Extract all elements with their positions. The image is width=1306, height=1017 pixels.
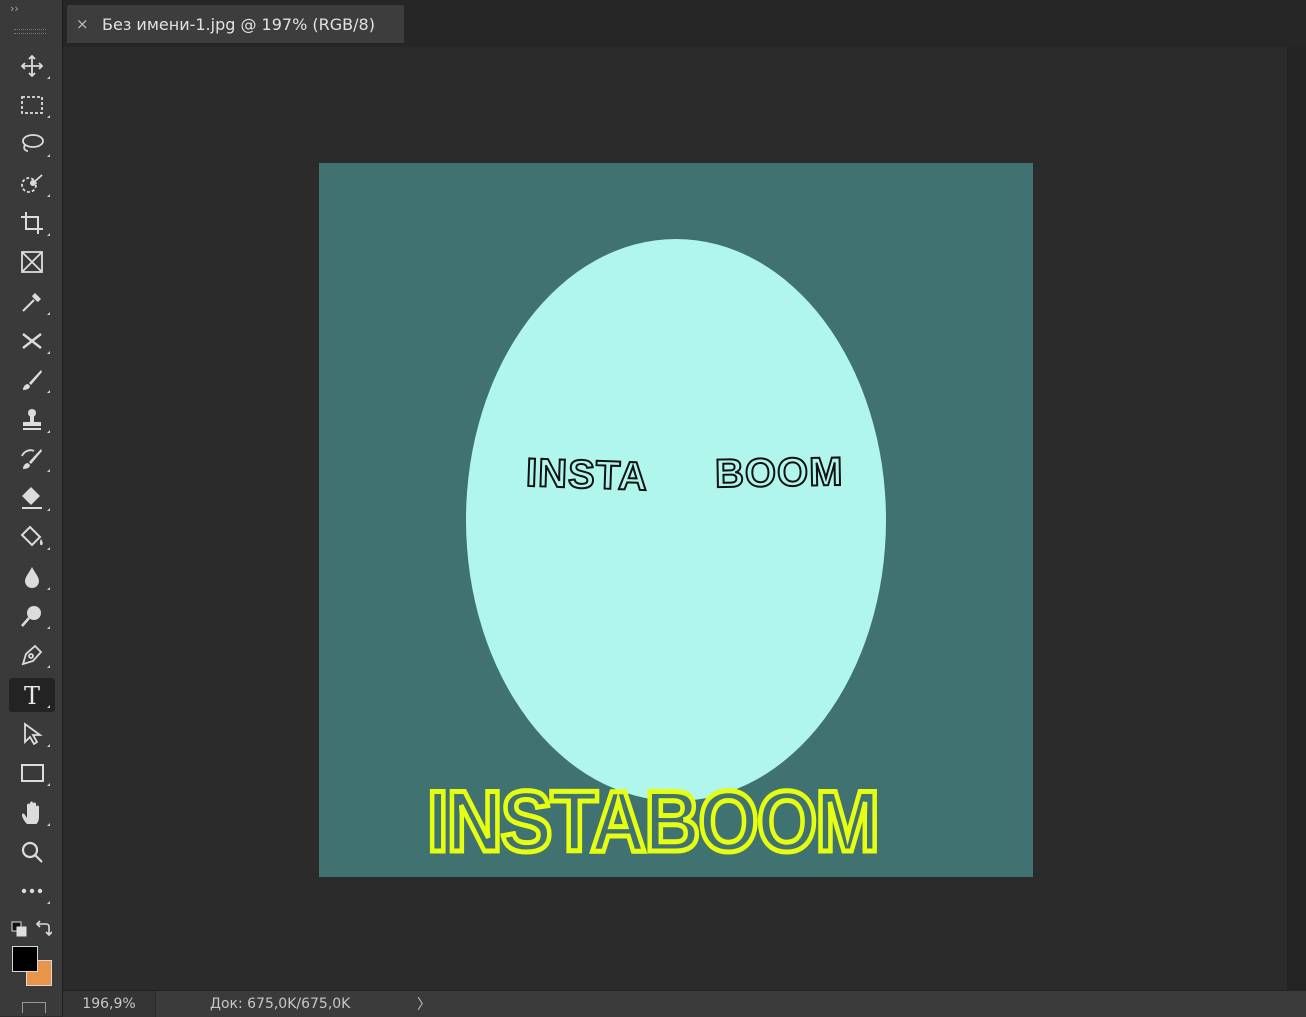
brush-tool[interactable] bbox=[9, 363, 55, 397]
submenu-indicator bbox=[47, 823, 50, 826]
quick-selection-tool[interactable] bbox=[9, 167, 55, 201]
text-layer-boom: BOOM bbox=[714, 449, 845, 497]
document-tab-bar: × Без имени-1.jpg @ 197% (RGB/8) bbox=[63, 0, 1306, 47]
eyedropper-tool[interactable] bbox=[9, 285, 55, 319]
healing-icon bbox=[22, 333, 42, 349]
crop-tool[interactable] bbox=[9, 206, 55, 240]
move-icon bbox=[20, 54, 44, 78]
submenu-indicator bbox=[47, 783, 50, 786]
submenu-indicator bbox=[47, 587, 50, 590]
eraser-tool[interactable] bbox=[9, 481, 55, 515]
frame-icon bbox=[21, 251, 43, 273]
close-tab-icon[interactable]: × bbox=[76, 15, 90, 33]
text-layer-instaboom: INSTABOOM bbox=[425, 772, 882, 873]
text-layer-insta: INSTA bbox=[524, 450, 649, 500]
panel-grip[interactable] bbox=[14, 29, 46, 34]
healing-brush-tool[interactable] bbox=[9, 324, 55, 358]
rectangle-icon bbox=[21, 764, 44, 782]
blur-drop-icon bbox=[25, 567, 39, 588]
paint-bucket-icon bbox=[20, 525, 43, 547]
submenu-indicator bbox=[47, 469, 50, 472]
swap-colors-icon[interactable] bbox=[35, 920, 52, 937]
hand-icon bbox=[22, 801, 39, 824]
lasso-tool[interactable] bbox=[9, 127, 55, 161]
quick-mask-icon[interactable] bbox=[22, 1002, 46, 1013]
submenu-indicator bbox=[47, 115, 50, 118]
crop-icon bbox=[21, 212, 43, 234]
history-brush-tool[interactable] bbox=[9, 442, 55, 476]
history-brush-icon bbox=[21, 449, 42, 469]
type-icon: T bbox=[24, 682, 40, 710]
svg-text:T: T bbox=[24, 682, 40, 710]
type-tool[interactable]: T bbox=[9, 678, 55, 712]
lasso-icon bbox=[22, 134, 44, 152]
submenu-indicator bbox=[47, 233, 50, 236]
document-canvas[interactable]: INSTA BOOM INSTABOOM bbox=[319, 163, 1033, 877]
path-selection-icon bbox=[24, 722, 43, 746]
collapse-panel-icon[interactable]: ›› bbox=[10, 2, 19, 15]
paint-bucket-tool[interactable] bbox=[9, 520, 55, 554]
pen-tool[interactable] bbox=[9, 638, 55, 672]
blur-tool[interactable] bbox=[9, 560, 55, 594]
submenu-indicator bbox=[47, 154, 50, 157]
document-tab[interactable]: × Без имени-1.jpg @ 197% (RGB/8) bbox=[67, 5, 404, 43]
frame-tool[interactable] bbox=[9, 245, 55, 279]
submenu-indicator bbox=[47, 76, 50, 79]
submenu-indicator bbox=[47, 547, 50, 550]
clone-stamp-tool[interactable] bbox=[9, 403, 55, 437]
document-size-info: Док: 675,0K/675,0K bbox=[210, 996, 351, 1012]
submenu-indicator bbox=[47, 705, 50, 708]
submenu-indicator bbox=[47, 430, 50, 433]
dodge-tool[interactable] bbox=[9, 599, 55, 633]
pen-icon bbox=[21, 644, 43, 666]
vertical-scrollbar[interactable] bbox=[1287, 47, 1306, 990]
quick-selection-icon bbox=[21, 174, 43, 193]
eyedropper-icon bbox=[22, 293, 41, 312]
more-icon bbox=[21, 888, 43, 894]
rectangle-tool[interactable] bbox=[9, 756, 55, 790]
submenu-indicator bbox=[47, 626, 50, 629]
submenu-indicator bbox=[47, 665, 50, 668]
foreground-color-swatch[interactable] bbox=[12, 946, 38, 972]
zoom-tool[interactable] bbox=[9, 835, 55, 869]
default-colors-icon[interactable] bbox=[11, 921, 27, 937]
rectangular-marquee-tool[interactable] bbox=[9, 88, 55, 122]
hand-tool[interactable] bbox=[9, 796, 55, 830]
status-menu-arrow-icon[interactable]: 〉 bbox=[417, 994, 431, 1014]
submenu-indicator bbox=[47, 508, 50, 511]
tools-panel: ›› T bbox=[0, 0, 63, 1016]
zoom-icon bbox=[21, 841, 43, 863]
eraser-icon bbox=[22, 487, 42, 509]
move-tool[interactable] bbox=[9, 49, 55, 83]
oval-shape bbox=[466, 239, 886, 801]
marquee-icon bbox=[21, 96, 43, 114]
path-selection-tool[interactable] bbox=[9, 717, 55, 751]
submenu-indicator bbox=[47, 390, 50, 393]
submenu-indicator bbox=[47, 312, 50, 315]
stamp-icon bbox=[23, 409, 41, 430]
submenu-indicator bbox=[47, 901, 50, 904]
submenu-indicator bbox=[47, 351, 50, 354]
document-title: Без имени-1.jpg @ 197% (RGB/8) bbox=[102, 14, 375, 34]
submenu-indicator bbox=[47, 744, 50, 747]
zoom-level-field[interactable]: 196,9% bbox=[63, 991, 156, 1017]
brush-icon bbox=[23, 370, 42, 390]
edit-toolbar[interactable] bbox=[9, 874, 55, 908]
dodge-icon bbox=[21, 606, 41, 627]
submenu-indicator bbox=[47, 194, 50, 197]
status-bar: 196,9% Док: 675,0K/675,0K 〉 bbox=[63, 990, 1306, 1017]
